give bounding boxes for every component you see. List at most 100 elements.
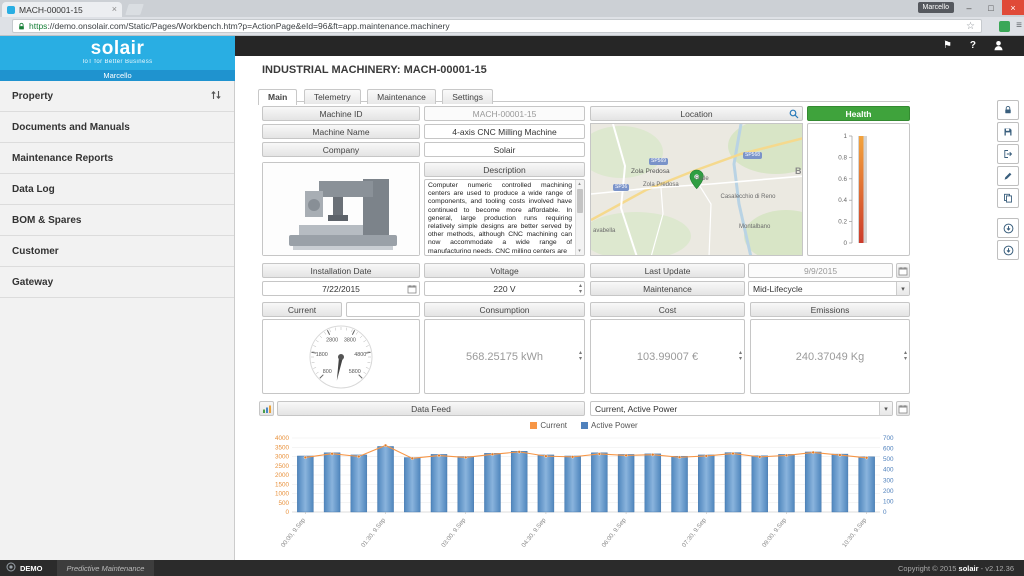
maintenance-label: Maintenance	[590, 281, 745, 296]
lock-icon	[1003, 105, 1013, 115]
app-tab-predictive-maintenance[interactable]: Predictive Maintenance	[57, 560, 155, 576]
screen: MACH-00001-15 × Marcello – □ × https://d…	[0, 0, 1024, 576]
svg-text:0.8: 0.8	[838, 154, 847, 161]
cost-field: 103.99007 € ▴▾	[590, 319, 745, 394]
app-topbar: ⚑ ?	[235, 36, 1024, 56]
spinner-icon[interactable]: ▴▾	[579, 283, 582, 295]
new-tab-button[interactable]	[125, 4, 144, 15]
status-bar: DEMO Predictive Maintenance Copyright © …	[0, 560, 1024, 576]
sidebar-item-data-log[interactable]: Data Log	[0, 174, 234, 205]
map-label: Casalecchio di Reno	[717, 194, 779, 200]
tab-main[interactable]: Main	[258, 89, 297, 105]
page-title: INDUSTRIAL MACHINERY: MACH-00001-15	[262, 64, 487, 76]
user-icon[interactable]	[993, 40, 1004, 55]
map-label: Montalbano	[739, 224, 770, 230]
emissions-value: 240.37049 Kg	[796, 351, 865, 363]
edit-button[interactable]	[997, 166, 1019, 186]
sidebar-item-property[interactable]: Property	[0, 81, 234, 112]
current-input[interactable]	[346, 302, 420, 317]
scroll-up-icon[interactable]: ▴	[575, 180, 584, 188]
road-badge: SP36	[613, 184, 629, 191]
copy-button[interactable]	[997, 188, 1019, 208]
browser-menu-icon[interactable]: ≡	[1016, 20, 1022, 31]
transfer-icon[interactable]	[210, 90, 222, 103]
bookmark-star-icon[interactable]: ☆	[964, 21, 977, 32]
svg-text:200: 200	[883, 488, 894, 495]
tab-settings[interactable]: Settings	[442, 89, 493, 104]
help-icon[interactable]: ?	[970, 40, 976, 52]
maximize-icon[interactable]: □	[980, 0, 1002, 15]
save-button[interactable]	[997, 122, 1019, 142]
consumption-value: 568.25175 kWh	[466, 351, 543, 363]
company-input[interactable]: Solair	[424, 142, 585, 157]
favicon-icon	[7, 6, 15, 14]
demo-icon	[6, 562, 16, 574]
lock-button[interactable]	[997, 100, 1019, 120]
browser-tab[interactable]: MACH-00001-15 ×	[2, 2, 122, 17]
sidebar-item-label: Maintenance Reports	[12, 153, 113, 164]
close-icon[interactable]: ×	[1002, 0, 1024, 15]
minimize-icon[interactable]: –	[958, 0, 980, 15]
tab-title: MACH-00001-15	[19, 5, 83, 15]
download-button[interactable]	[997, 218, 1019, 238]
svg-text:5800: 5800	[349, 369, 361, 375]
last-update-input: 9/9/2015	[748, 263, 893, 278]
sidebar-item-customer[interactable]: Customer	[0, 236, 234, 267]
road-badge: SP569	[649, 158, 668, 165]
tab-telemetry[interactable]: Telemetry	[304, 89, 361, 104]
health-gauge: 10.80.60.40.20	[807, 123, 910, 256]
flag-icon[interactable]: ⚑	[943, 40, 952, 52]
voltage-input[interactable]: 220 V ▴▾	[424, 281, 585, 296]
description-label: Description	[424, 162, 585, 177]
copy-icon	[1003, 193, 1013, 203]
sidebar-item-gateway[interactable]: Gateway	[0, 267, 234, 298]
svg-text:3500: 3500	[275, 444, 290, 451]
tab-maintenance[interactable]: Maintenance	[367, 89, 436, 104]
emissions-label: Emissions	[750, 302, 910, 317]
legend-item-current[interactable]: Current	[530, 421, 567, 430]
map-label: Zola Predosa	[631, 168, 670, 175]
download-secondary-button[interactable]	[997, 240, 1019, 260]
export-chart-button[interactable]	[259, 401, 274, 416]
map-label: B	[795, 166, 802, 176]
calendar-icon[interactable]	[896, 401, 910, 416]
chevron-down-icon[interactable]: ▾	[896, 282, 909, 295]
svg-text:500: 500	[883, 456, 894, 463]
sidebar-item-label: Customer	[12, 246, 59, 257]
svg-text:3000: 3000	[275, 454, 290, 461]
svg-text:0: 0	[883, 509, 887, 516]
chevron-down-icon[interactable]: ▾	[879, 402, 892, 415]
sign-out-button[interactable]	[997, 144, 1019, 164]
description-scrollbar[interactable]: ▴ ▾	[575, 180, 584, 255]
data-feed-label: Data Feed	[277, 401, 585, 416]
description-textarea[interactable]: Computer numeric controlled machining ce…	[424, 179, 585, 256]
sidebar-item-label: Data Log	[12, 184, 55, 195]
map-canvas[interactable]: Zola Predosa Zola Predosa Riale Casalecc…	[590, 123, 803, 256]
scroll-thumb[interactable]	[577, 189, 583, 213]
svg-text:07:30, 9.Sep: 07:30, 9.Sep	[681, 516, 708, 548]
installation-date-input[interactable]: 7/22/2015	[262, 281, 420, 296]
legend-item-active-power[interactable]: Active Power	[581, 421, 638, 430]
sidebar-item-label: Documents and Manuals	[12, 122, 130, 133]
scroll-down-icon[interactable]: ▾	[575, 247, 584, 255]
svg-text:300: 300	[883, 477, 894, 484]
svg-text:0.2: 0.2	[838, 219, 847, 226]
consumption-label: Consumption	[424, 302, 585, 317]
url-bar[interactable]: https://demo.onsolair.com/Static/Pages/W…	[12, 19, 982, 33]
extension-icon[interactable]	[999, 21, 1010, 32]
title-strip: INDUSTRIAL MACHINERY: MACH-00001-15	[235, 56, 1024, 84]
browser-profile-chip[interactable]: Marcello	[918, 2, 954, 13]
data-feed-select[interactable]: Current, Active Power ▾	[590, 401, 893, 416]
sidebar-item-documents[interactable]: Documents and Manuals	[0, 112, 234, 143]
spinner-icon: ▴▾	[904, 350, 907, 362]
machine-name-input[interactable]: 4-axis CNC Milling Machine	[424, 124, 585, 139]
sidebar: Property Documents and Manuals Maintenan…	[0, 81, 235, 560]
calendar-icon[interactable]	[407, 284, 417, 296]
sidebar-item-bom-spares[interactable]: BOM & Spares	[0, 205, 234, 236]
search-icon[interactable]	[789, 109, 799, 121]
close-tab-icon[interactable]: ×	[112, 5, 117, 14]
sidebar-item-maintenance-reports[interactable]: Maintenance Reports	[0, 143, 234, 174]
data-feed-selected: Current, Active Power	[595, 404, 677, 414]
maintenance-select[interactable]: Mid-Lifecycle ▾	[748, 281, 910, 296]
calendar-icon[interactable]	[896, 263, 910, 278]
